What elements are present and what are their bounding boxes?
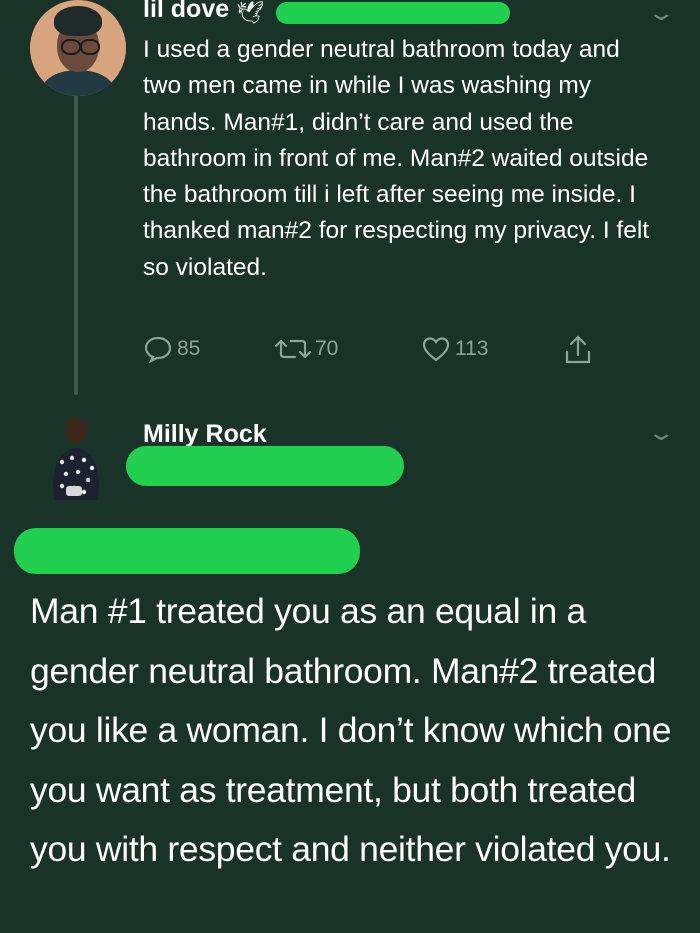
reply-button[interactable]: 85 bbox=[143, 334, 200, 364]
chevron-down-icon[interactable]: ⌄ bbox=[646, 0, 676, 26]
reply-count: 85 bbox=[177, 337, 201, 360]
redaction-mark bbox=[126, 446, 404, 486]
retweet-icon bbox=[275, 339, 311, 359]
avatar[interactable] bbox=[30, 0, 126, 96]
retweet-button[interactable]: 70 bbox=[275, 334, 338, 364]
redaction-mark bbox=[276, 2, 510, 24]
tweet-actions: 85 70 113 bbox=[143, 334, 623, 368]
avatar[interactable] bbox=[44, 410, 108, 502]
chevron-down-icon[interactable]: ⌄ bbox=[646, 420, 676, 446]
author-name[interactable]: lil dove bbox=[143, 0, 229, 24]
reply-icon bbox=[144, 336, 172, 364]
like-count: 113 bbox=[455, 337, 489, 360]
like-button[interactable]: 113 bbox=[421, 334, 488, 364]
like-icon bbox=[422, 337, 450, 362]
thread-connector-line bbox=[74, 95, 78, 395]
share-button[interactable] bbox=[563, 334, 593, 366]
author-name[interactable]: Milly Rock bbox=[143, 420, 267, 449]
share-icon bbox=[565, 335, 591, 364]
tweet-text: I used a gender neutral bathroom today a… bbox=[143, 36, 650, 281]
dove-icon: 🕊 bbox=[236, 0, 264, 25]
tweet-text: Man #1 treated you as an equal in a gend… bbox=[30, 591, 672, 869]
retweet-count: 70 bbox=[315, 337, 339, 360]
redaction-mark bbox=[14, 528, 360, 574]
